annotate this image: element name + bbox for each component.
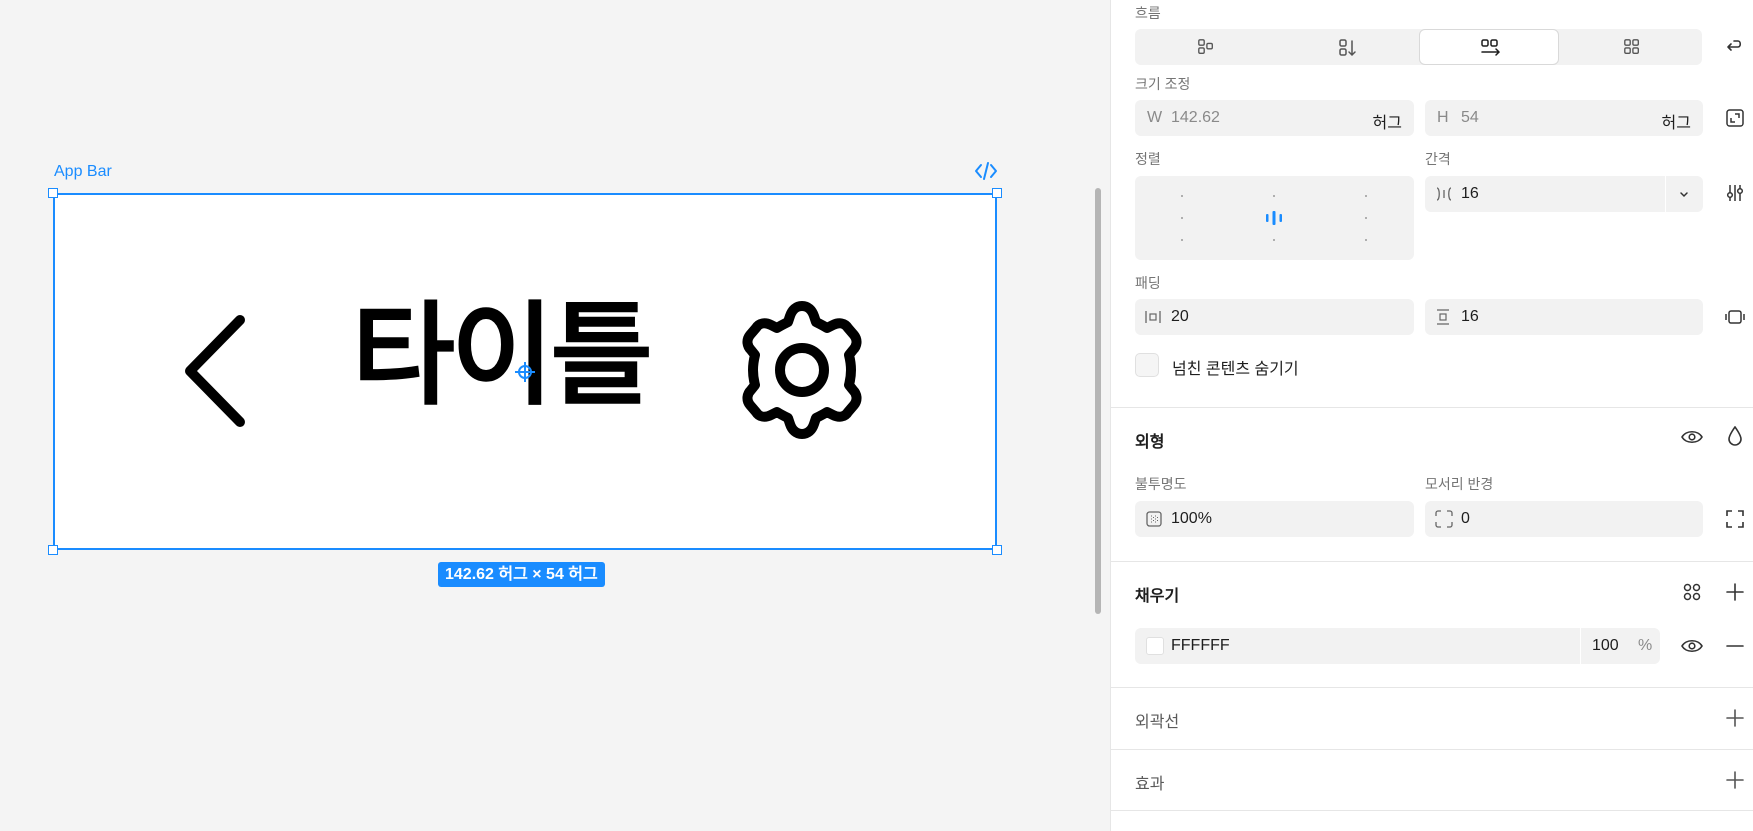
flow-option-horizontal[interactable]: [1419, 29, 1559, 65]
align-label: 정렬: [1135, 151, 1161, 167]
padding-label: 패딩: [1135, 275, 1161, 291]
size-badge: 142.62 허그 × 54 허그: [438, 562, 605, 587]
gap-label: 간격: [1425, 151, 1451, 167]
stroke-title: 외곽선: [1135, 714, 1180, 731]
align-dot[interactable]: [1365, 239, 1367, 241]
opacity-value[interactable]: 100%: [1171, 510, 1212, 528]
app-bar-title[interactable]: 타이틀: [352, 300, 653, 412]
eye-icon[interactable]: [1681, 429, 1703, 445]
fill-title: 채우기: [1135, 588, 1180, 605]
flow-option-vertical[interactable]: [1277, 29, 1417, 65]
gap-value[interactable]: 16: [1461, 185, 1479, 203]
vertical-padding-value[interactable]: 16: [1461, 308, 1479, 326]
height-field[interactable]: H 54 허그: [1425, 100, 1703, 136]
align-dot[interactable]: [1273, 195, 1275, 197]
fill-opacity-unit: %: [1638, 637, 1653, 654]
corner-radius-value[interactable]: 0: [1461, 510, 1470, 528]
horizontal-flow-icon: [1481, 39, 1501, 56]
align-dot[interactable]: [1273, 239, 1275, 241]
section-divider: [1111, 810, 1753, 811]
vertical-padding-field[interactable]: 16: [1425, 299, 1703, 335]
design-canvas[interactable]: App Bar 타이틀 142.62 허그 × 54 허그: [0, 0, 1110, 831]
appearance-title: 외형: [1135, 434, 1165, 451]
code-icon[interactable]: [974, 161, 998, 181]
fill-color-swatch[interactable]: [1146, 637, 1164, 655]
width-mode[interactable]: 허그: [1373, 109, 1402, 133]
gap-field[interactable]: 16: [1425, 176, 1703, 212]
add-effect-icon[interactable]: [1725, 770, 1745, 790]
chevron-left-icon[interactable]: [180, 312, 260, 430]
center-crosshair-icon: [515, 362, 535, 382]
horizontal-padding-value[interactable]: 20: [1171, 308, 1189, 326]
app-bar-frame[interactable]: 타이틀: [53, 193, 997, 550]
layout-settings-icon[interactable]: [1725, 183, 1745, 203]
resize-handle-top-right[interactable]: [992, 188, 1002, 198]
flow-option-grid[interactable]: [1561, 29, 1701, 65]
height-prefix: H: [1437, 109, 1449, 126]
fill-opacity-value[interactable]: 100: [1592, 637, 1619, 655]
section-divider: [1111, 749, 1753, 750]
opacity-field[interactable]: 100%: [1135, 501, 1414, 537]
align-dot[interactable]: [1365, 217, 1367, 219]
width-value[interactable]: 142.62: [1171, 109, 1220, 127]
individual-corners-icon[interactable]: [1725, 509, 1745, 529]
properties-panel: 흐름 크기 조정 W 142.62 허그 H 54 허그 정렬 간격 16 패딩…: [1110, 0, 1753, 831]
add-fill-icon[interactable]: [1725, 582, 1745, 602]
vertical-flow-icon: [1339, 39, 1356, 57]
section-divider: [1111, 687, 1753, 688]
height-mode[interactable]: 허그: [1662, 109, 1691, 133]
chevron-down-icon[interactable]: [1678, 188, 1690, 200]
fill-visibility-eye-icon[interactable]: [1681, 638, 1703, 654]
remove-fill-icon[interactable]: [1725, 636, 1745, 656]
resize-label: 크기 조정: [1135, 76, 1191, 92]
alignment-grid[interactable]: [1135, 176, 1414, 260]
opacity-icon: [1146, 511, 1162, 527]
align-center-indicator-icon[interactable]: [1265, 211, 1283, 225]
flow-label: 흐름: [1135, 5, 1161, 21]
drop-icon[interactable]: [1727, 426, 1743, 446]
free-layout-icon: [1198, 39, 1213, 54]
gear-icon[interactable]: [732, 300, 872, 440]
gap-icon: [1436, 187, 1452, 201]
effects-title: 효과: [1135, 776, 1165, 793]
align-dot[interactable]: [1365, 195, 1367, 197]
align-dot[interactable]: [1181, 217, 1183, 219]
fill-hex-value[interactable]: FFFFFF: [1171, 637, 1230, 655]
horizontal-padding-field[interactable]: 20: [1135, 299, 1414, 335]
align-dot[interactable]: [1181, 195, 1183, 197]
section-divider: [1111, 561, 1753, 562]
height-value[interactable]: 54: [1461, 109, 1479, 127]
grid-layout-icon: [1624, 39, 1639, 54]
canvas-scrollbar[interactable]: [1095, 188, 1101, 614]
align-dot[interactable]: [1181, 239, 1183, 241]
resize-handle-bottom-left[interactable]: [48, 545, 58, 555]
frame-name-label[interactable]: App Bar: [54, 163, 112, 181]
corner-radius-field[interactable]: 0: [1425, 501, 1703, 537]
resize-handle-bottom-right[interactable]: [992, 545, 1002, 555]
flow-option-free[interactable]: [1135, 29, 1275, 65]
styles-icon[interactable]: [1682, 582, 1702, 602]
vertical-padding-icon: [1437, 309, 1449, 325]
add-stroke-icon[interactable]: [1725, 708, 1745, 728]
horizontal-padding-icon: [1145, 311, 1161, 323]
width-field[interactable]: W 142.62 허그: [1135, 100, 1414, 136]
resize-handle-top-left[interactable]: [48, 188, 58, 198]
clip-content-label[interactable]: 넘친 콘텐츠 숨기기: [1172, 355, 1299, 379]
corner-radius-label: 모서리 반경: [1425, 476, 1494, 492]
corner-radius-icon: [1435, 510, 1453, 528]
fill-color-field[interactable]: FFFFFF 100 %: [1135, 628, 1660, 664]
individual-padding-icon[interactable]: [1725, 307, 1745, 327]
opacity-label: 불투명도: [1135, 476, 1187, 492]
constrain-proportions-icon[interactable]: [1725, 108, 1745, 128]
section-divider: [1111, 407, 1753, 408]
clip-content-checkbox[interactable]: [1135, 353, 1159, 377]
width-prefix: W: [1147, 109, 1163, 126]
wrap-icon[interactable]: [1724, 37, 1744, 57]
